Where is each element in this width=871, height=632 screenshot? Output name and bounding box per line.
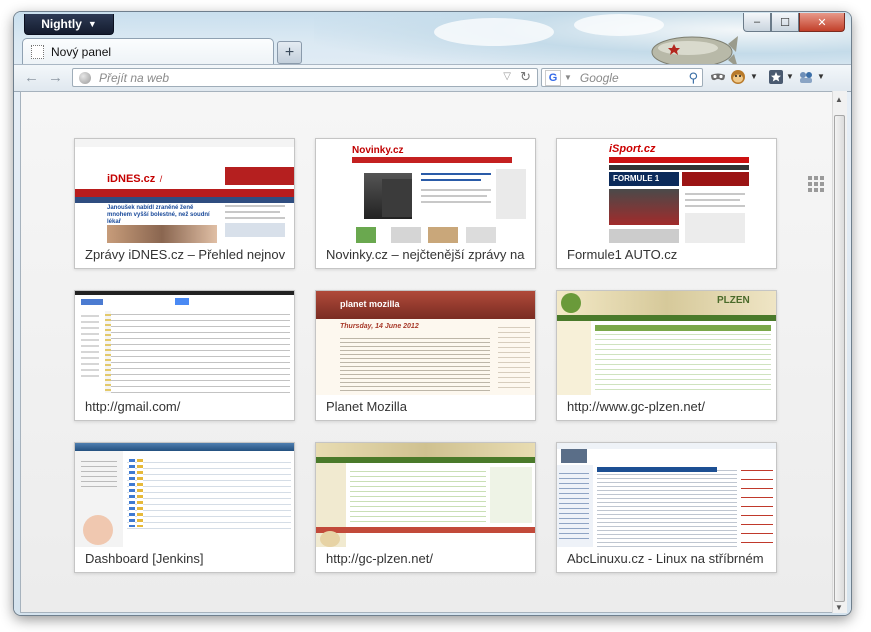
- scroll-up-icon[interactable]: ▲: [835, 95, 843, 104]
- back-arrow-icon[interactable]: ←: [24, 69, 39, 86]
- chevron-down-icon[interactable]: ▼: [750, 72, 758, 81]
- thumbnail-isport: iSport.cz FORMULE 1: [557, 139, 776, 243]
- url-history-dropdown-icon[interactable]: ▽: [503, 71, 511, 82]
- app-menu-label: Nightly: [41, 17, 82, 31]
- scrollbar-thumb[interactable]: [834, 115, 845, 602]
- window-caption-buttons: – ☐ ✕: [743, 13, 845, 32]
- tile-title: http://www.gc-plzen.net/: [567, 399, 706, 414]
- navigation-toolbar: ← → Přejít na web ▽ ↻ G ▼ Google ⚲ ▼ ▼ ▼: [14, 64, 851, 92]
- vertical-scrollbar[interactable]: ▲ ▼: [832, 91, 847, 613]
- search-bar[interactable]: G ▼ Google ⚲: [541, 68, 703, 87]
- site-tile[interactable]: planet mozilla Thursday, 14 June 2012 Pl…: [315, 290, 536, 421]
- tile-title: Dashboard [Jenkins]: [85, 551, 204, 566]
- blank-page-icon: [31, 44, 44, 59]
- chevron-down-icon[interactable]: ▼: [817, 72, 825, 81]
- site-tile[interactable]: Dashboard [Jenkins]: [74, 442, 295, 573]
- tab-label: Nový panel: [51, 44, 112, 59]
- new-tab-page: iDNES.cz / Zprávy Janoušek nabídl zraněn…: [20, 91, 834, 613]
- chevron-down-icon[interactable]: ▼: [786, 72, 794, 81]
- forward-arrow-icon[interactable]: →: [48, 69, 63, 86]
- planet-header: planet mozilla: [340, 299, 400, 309]
- thumbnail-idnes: iDNES.cz / Zprávy Janoušek nabídl zraněn…: [75, 139, 294, 243]
- novinky-logo: Novinky.cz: [352, 145, 404, 156]
- url-placeholder: Přejít na web: [99, 70, 170, 85]
- idnes-headline: Janoušek nabídl zraněné ženě mnohem vyšš…: [107, 205, 210, 225]
- globe-icon: [79, 71, 91, 84]
- thumbnail-abclinuxu: [557, 443, 776, 547]
- search-placeholder: Google: [579, 70, 619, 85]
- maximize-button[interactable]: ☐: [771, 13, 799, 32]
- close-button[interactable]: ✕: [799, 13, 845, 32]
- addon-icon[interactable]: [798, 69, 814, 85]
- grid-toggle-icon[interactable]: [808, 176, 824, 192]
- site-tile[interactable]: PLZEN http://www.gc-plzen.net/: [556, 290, 777, 421]
- scroll-down-icon[interactable]: ▼: [835, 603, 843, 612]
- chevron-down-icon: ▼: [87, 19, 97, 29]
- tab-new-panel[interactable]: Nový panel: [22, 38, 274, 64]
- url-bar[interactable]: Přejít na web ▽ ↻: [72, 68, 538, 87]
- tile-title: http://gmail.com/: [85, 399, 181, 414]
- planet-date: Thursday, 14 June 2012: [340, 323, 419, 330]
- bookmarks-icon[interactable]: [768, 69, 784, 85]
- tile-title: AbcLinuxu.cz - Linux na stříbrném: [567, 551, 764, 566]
- browser-window: Nightly ▼ – ☐ ✕ Nový panel + ← → Přejít …: [14, 12, 851, 615]
- thumbnail-jenkins: [75, 443, 294, 547]
- site-tile[interactable]: http://gc-plzen.net/: [315, 442, 536, 573]
- minimize-button[interactable]: –: [743, 13, 771, 32]
- thumbnail-gc-plzen-2: [316, 443, 535, 547]
- gc-plzen-header: PLZEN: [717, 295, 750, 306]
- site-tile[interactable]: iSport.cz FORMULE 1 Formule1 AUTO.cz: [556, 138, 777, 269]
- tile-title: Formule1 AUTO.cz: [567, 247, 678, 262]
- site-tile[interactable]: AbcLinuxu.cz - Linux na stříbrném: [556, 442, 777, 573]
- reload-icon[interactable]: ↻: [520, 69, 531, 85]
- thumbnail-novinky: Novinky.cz: [316, 139, 535, 243]
- magnifier-icon[interactable]: ⚲: [688, 70, 698, 86]
- thumbnail-gc-plzen: PLZEN: [557, 291, 776, 395]
- site-tile[interactable]: Novinky.cz Novinky.cz – nejčtenější zprá…: [315, 138, 536, 269]
- isport-banner: FORMULE 1: [609, 172, 679, 186]
- isport-logo: iSport.cz: [609, 143, 656, 155]
- thumbnail-planet-mozilla: planet mozilla Thursday, 14 June 2012: [316, 291, 535, 395]
- thumbnail-gmail: [75, 291, 294, 395]
- tile-title: Novinky.cz – nejčtenější zprávy na: [326, 247, 525, 262]
- tile-title: Planet Mozilla: [326, 399, 407, 414]
- theme-cloud: [434, 18, 554, 46]
- tile-title: Zprávy iDNES.cz – Přehled nejnovějších: [85, 247, 285, 262]
- site-tile[interactable]: iDNES.cz / Zprávy Janoušek nabídl zraněn…: [74, 138, 295, 269]
- google-engine-icon[interactable]: G: [545, 69, 561, 86]
- tile-title: http://gc-plzen.net/: [326, 551, 433, 566]
- monkey-icon[interactable]: [730, 69, 746, 85]
- mask-icon[interactable]: [710, 69, 726, 85]
- chevron-down-icon[interactable]: ▼: [564, 73, 572, 82]
- app-menu-button[interactable]: Nightly ▼: [24, 14, 114, 35]
- new-tab-button[interactable]: +: [277, 41, 302, 64]
- site-tile[interactable]: http://gmail.com/: [74, 290, 295, 421]
- idnes-logo: iDNES.cz: [107, 173, 156, 185]
